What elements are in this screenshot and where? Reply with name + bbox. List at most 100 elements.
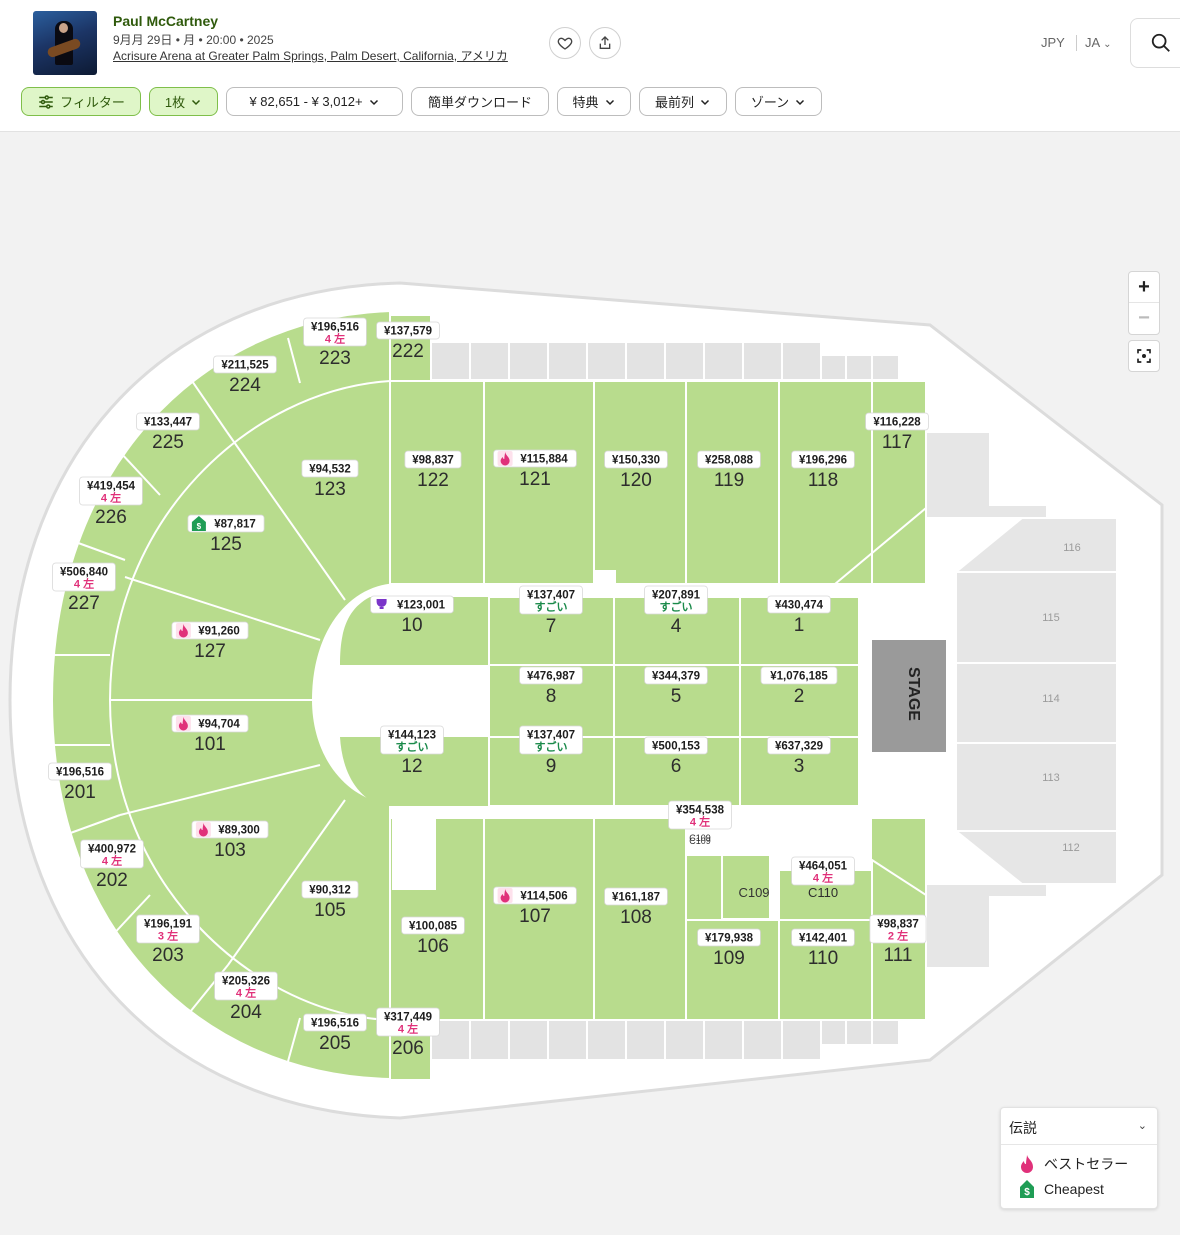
section-number: 203 [152, 945, 184, 966]
section-number: 120 [620, 470, 652, 491]
section-number: 227 [68, 593, 100, 614]
language-selector[interactable]: JA ⌄ [1085, 35, 1111, 50]
section-price: ¥211,525 [221, 360, 269, 372]
great-deal-label: すごい [535, 600, 568, 614]
section-price: ¥94,532 [309, 464, 351, 476]
event-date: 9月月 29日 • 月 • 20:00 • 2025 [113, 33, 274, 47]
section-price: ¥89,300 [218, 825, 260, 837]
section-number: 5 [671, 686, 682, 707]
price-range-dropdown[interactable]: ¥ 82,651 - ¥ 3,012+ [226, 87, 403, 116]
section-price: ¥179,938 [705, 933, 754, 945]
tickets-left-label: 4 左 [690, 815, 710, 829]
zoom-out-button[interactable]: − [1129, 302, 1159, 333]
legend-label-cheapest: Cheapest [1044, 1181, 1104, 1197]
instant-download-filter[interactable]: 簡単ダウンロード [411, 87, 549, 116]
event-header: Paul McCartney 9月月 29日 • 月 • 20:00 • 202… [0, 0, 1180, 132]
section-price: ¥142,401 [799, 933, 848, 945]
section-price: ¥344,379 [652, 671, 700, 683]
section-price: ¥196,516 [311, 322, 359, 334]
section-price: ¥137,407 [527, 590, 575, 602]
section-number: 119 [714, 470, 744, 491]
legend-header[interactable]: 伝説 ⌄ [1001, 1108, 1157, 1145]
legend-title: 伝説 [1009, 1120, 1037, 1136]
share-icon [599, 36, 611, 49]
heart-icon [557, 37, 573, 50]
section-price: ¥114,506 [520, 891, 567, 903]
zone-dropdown[interactable]: ゾーン [735, 87, 822, 116]
focus-icon [1137, 349, 1151, 363]
currency-selector[interactable]: JPY [1041, 35, 1065, 50]
section-price: ¥400,972 [88, 844, 136, 856]
chevron-down-icon [700, 99, 710, 105]
section-price: ¥196,296 [799, 455, 847, 467]
language-label: JA [1085, 35, 1100, 50]
favorite-button[interactable] [549, 27, 581, 59]
filter-label: フィルター [60, 95, 125, 110]
section-number: 109 [713, 948, 745, 969]
section-price: ¥90,312 [309, 885, 351, 897]
fit-view-button[interactable] [1128, 340, 1160, 372]
event-thumbnail [33, 11, 97, 75]
section-number: 108 [620, 907, 652, 928]
c109-label: C109 [738, 885, 769, 900]
chevron-down-icon [369, 99, 378, 105]
fire-icon [1021, 1155, 1033, 1173]
section-price: ¥115,884 [520, 454, 568, 466]
section-number: 6 [671, 756, 682, 777]
section-price: ¥464,051 [799, 861, 848, 873]
seat-map[interactable]: 116 115 114 113 112 STAGE C109 C109 ¥196… [0, 132, 1180, 1230]
section-price: ¥150,330 [612, 455, 660, 467]
section-price: ¥98,837 [412, 455, 454, 467]
dollar-sign: $ [197, 522, 202, 531]
section-number: 118 [808, 470, 838, 491]
seat-map-canvas[interactable]: 116 115 114 113 112 STAGE C109 C109 ¥196… [0, 132, 1180, 1230]
section-number: 101 [194, 734, 226, 755]
section-price: ¥207,891 [652, 590, 701, 602]
zoom-in-button[interactable]: + [1129, 272, 1159, 302]
chevron-down-icon [796, 99, 805, 105]
section-price: ¥430,474 [775, 600, 824, 612]
section-price: ¥161,187 [612, 892, 660, 904]
great-deal-label: すごい [660, 600, 693, 614]
section-price: ¥98,837 [877, 919, 919, 931]
search-icon [1151, 33, 1170, 52]
quantity-dropdown[interactable]: 1枚 [149, 87, 218, 116]
tickets-left-label: 4 左 [325, 332, 345, 346]
section-number: 106 [417, 936, 449, 957]
section-number: 8 [546, 686, 557, 707]
event-venue-link[interactable]: Acrisure Arena at Greater Palm Springs, … [113, 47, 508, 64]
front-row-dropdown[interactable]: 最前列 [639, 87, 727, 116]
section-number: 222 [392, 341, 424, 362]
zone-label: ゾーン [750, 95, 790, 110]
section-price: ¥317,449 [384, 1012, 432, 1024]
tickets-left-label: 4 左 [398, 1022, 418, 1036]
section-price: ¥1,076,185 [770, 671, 828, 683]
tickets-left-label: 4 左 [813, 871, 833, 885]
share-button[interactable] [589, 27, 621, 59]
section-number: 10 [401, 615, 422, 636]
section-number: 224 [229, 375, 261, 396]
tickets-left-label: 4 左 [74, 577, 94, 591]
section-price: ¥506,840 [60, 567, 108, 579]
section-number: 121 [519, 469, 551, 490]
great-deal-label: すごい [396, 740, 429, 754]
legend-label-bestseller: ベストセラー [1044, 1156, 1129, 1172]
tickets-left-label: 4 左 [236, 986, 256, 1000]
search-button[interactable] [1130, 18, 1180, 68]
section-block-north[interactable] [389, 380, 927, 585]
chevron-down-icon: ⌄ [1103, 39, 1112, 50]
quantity-label: 1枚 [164, 95, 186, 110]
zoom-control: + − [1128, 271, 1160, 335]
price-range-label: ¥ 82,651 - ¥ 3,012+ [249, 94, 363, 109]
section-price: ¥196,516 [56, 767, 104, 779]
section-number: 122 [417, 470, 449, 491]
section-number: 103 [214, 840, 246, 861]
section-number: 110 [808, 948, 838, 969]
filter-button[interactable]: フィルター [21, 87, 141, 116]
dollar-tag-icon: $ [1020, 1180, 1034, 1198]
section-price: ¥258,088 [705, 455, 754, 467]
perks-dropdown[interactable]: 特典 [557, 87, 631, 116]
perks-label: 特典 [572, 95, 599, 110]
section-price: ¥196,191 [144, 919, 193, 931]
section-price: ¥137,579 [384, 326, 432, 338]
